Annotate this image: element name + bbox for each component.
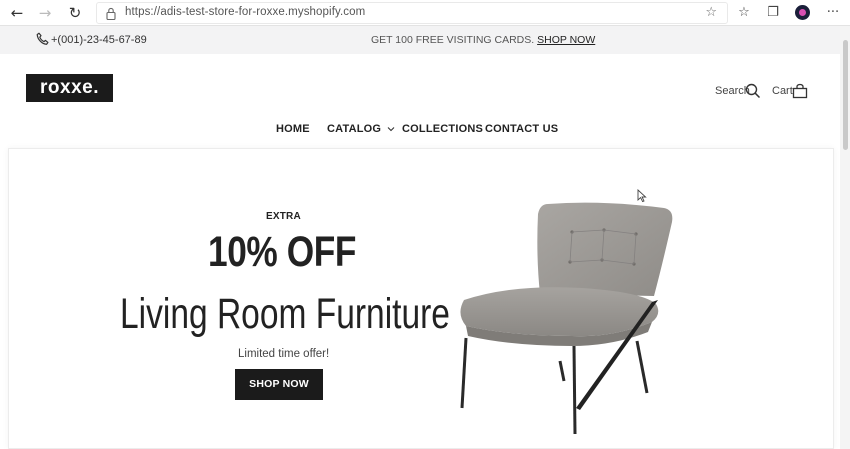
reload-icon[interactable]: ↻ bbox=[66, 4, 84, 22]
nav-catalog[interactable]: CATALOG bbox=[327, 123, 395, 135]
more-menu-icon[interactable]: ··· bbox=[824, 4, 842, 22]
mouse-cursor-icon bbox=[637, 189, 647, 203]
address-bar[interactable]: https://adis-test-store-for-roxxe.myshop… bbox=[96, 2, 728, 24]
nav-home[interactable]: HOME bbox=[276, 123, 310, 135]
phone-icon bbox=[36, 32, 49, 45]
profile-avatar[interactable] bbox=[795, 5, 810, 20]
cart-label[interactable]: Cart bbox=[772, 85, 793, 97]
promo-text: GET 100 FREE VISITING CARDS. bbox=[371, 34, 535, 46]
hero-subheadline: Living Room Furniture bbox=[120, 290, 450, 338]
collections-icon[interactable]: ❐ bbox=[764, 4, 782, 22]
hero-tagline: Limited time offer! bbox=[238, 348, 330, 360]
announcement-bar: +(001)-23-45-67-89 GET 100 FREE VISITING… bbox=[0, 26, 840, 54]
store-logo[interactable]: roxxe. bbox=[26, 74, 113, 102]
chevron-down-icon bbox=[388, 127, 395, 132]
favorite-star-icon[interactable]: ☆ bbox=[705, 5, 717, 20]
lock-icon bbox=[106, 7, 116, 20]
phone-number[interactable]: +(001)-23-45-67-89 bbox=[51, 34, 147, 46]
nav-catalog-label: CATALOG bbox=[327, 123, 382, 135]
nav-contact-us[interactable]: CONTACT US bbox=[485, 123, 558, 135]
back-arrow-icon[interactable]: ← bbox=[8, 4, 26, 22]
promo-message: GET 100 FREE VISITING CARDS. SHOP NOW bbox=[371, 34, 595, 46]
forward-arrow-icon[interactable]: → bbox=[36, 4, 54, 22]
favorites-list-icon[interactable]: ☆ bbox=[735, 4, 753, 22]
search-icon[interactable] bbox=[745, 83, 761, 99]
hero-headline: 10% OFF bbox=[208, 228, 357, 276]
browser-toolbar: ← → ↻ https://adis-test-store-for-roxxe.… bbox=[0, 0, 850, 26]
chair-image bbox=[460, 202, 673, 435]
shop-now-button[interactable]: SHOP NOW bbox=[235, 369, 323, 400]
url-text: https://adis-test-store-for-roxxe.myshop… bbox=[125, 6, 366, 18]
promo-shop-now-link[interactable]: SHOP NOW bbox=[537, 34, 595, 46]
cart-bag-icon[interactable] bbox=[792, 83, 808, 99]
scrollbar-thumb[interactable] bbox=[843, 40, 848, 150]
hero-eyebrow: EXTRA bbox=[266, 211, 301, 222]
nav-collections[interactable]: COLLECTIONS bbox=[402, 123, 483, 135]
